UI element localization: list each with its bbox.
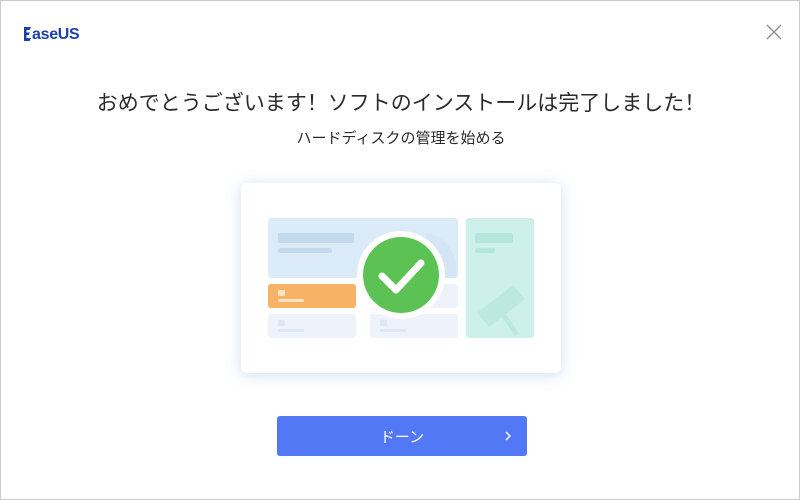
success-illustration: [241, 183, 561, 373]
illustration-graphic: [268, 218, 534, 338]
checkmark-icon: [363, 237, 439, 313]
close-icon: [766, 24, 782, 40]
page-subtitle: ハードディスクの管理を始める: [296, 129, 506, 147]
done-button[interactable]: ドーン: [277, 416, 527, 456]
logo-text: aseUS: [32, 26, 80, 43]
done-button-label: ドーン: [379, 427, 425, 446]
close-button[interactable]: [763, 21, 785, 43]
easeus-logo: aseUS: [23, 25, 80, 45]
easeus-logo-icon: [24, 27, 31, 41]
chevron-right-icon: [505, 431, 512, 441]
installer-window: aseUS おめでとうございます！ソフトのインストールは完了しました！ ハードデ…: [0, 0, 800, 500]
page-title: おめでとうございます！ソフトのインストールは完了しました！: [96, 91, 706, 115]
